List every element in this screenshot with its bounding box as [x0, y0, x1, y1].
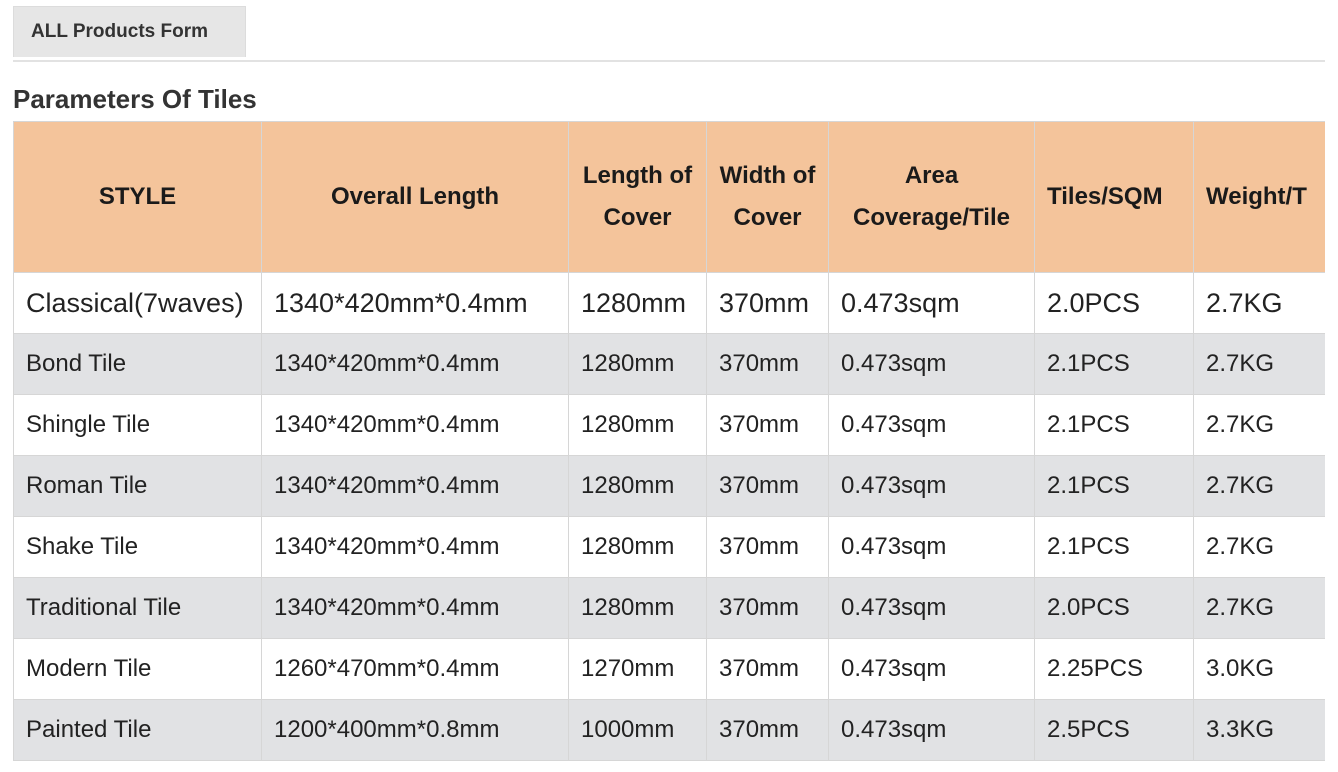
table-row: Shake Tile 1340*420mm*0.4mm 1280mm 370mm 0.4…	[13, 516, 1325, 578]
cell-area-coverage: 0.473sqm	[828, 699, 1035, 761]
cell-width-of-cover: 370mm	[706, 333, 829, 395]
cell-tiles-per-sqm: 2.0PCS	[1034, 272, 1194, 334]
cell-tiles-per-sqm: 2.0PCS	[1034, 577, 1194, 639]
cell-style: Painted Tile	[13, 699, 262, 761]
table-header-row: STYLE Overall Length Length of Cover Wid…	[13, 121, 1325, 273]
table-row: Modern Tile 1260*470mm*0.4mm 1270mm 370mm 0.…	[13, 638, 1325, 700]
table-body: Classical(7waves) 1340*420mm*0.4mm 1280mm 3…	[13, 272, 1325, 761]
cell-overall-length: 1340*420mm*0.4mm	[261, 272, 569, 334]
cell-width-of-cover: 370mm	[706, 638, 829, 700]
tab-all-products-form[interactable]: ALL Products Form	[13, 6, 246, 57]
cell-area-coverage: 0.473sqm	[828, 333, 1035, 395]
cell-tiles-per-sqm: 2.1PCS	[1034, 333, 1194, 395]
column-header-width-of-cover: Width of Cover	[706, 121, 829, 273]
cell-weight: 2.7KG	[1193, 455, 1325, 517]
cell-area-coverage: 0.473sqm	[828, 638, 1035, 700]
cell-weight: 2.7KG	[1193, 516, 1325, 578]
cell-tiles-per-sqm: 2.25PCS	[1034, 638, 1194, 700]
cell-style: Traditional Tile	[13, 577, 262, 639]
cell-overall-length: 1340*420mm*0.4mm	[261, 516, 569, 578]
cell-width-of-cover: 370mm	[706, 394, 829, 456]
cell-weight: 3.0KG	[1193, 638, 1325, 700]
column-header-area-coverage: Area Coverage/Tile	[828, 121, 1035, 273]
tab-bar: ALL Products Form	[13, 0, 1325, 62]
cell-length-of-cover: 1280mm	[568, 333, 707, 395]
cell-area-coverage: 0.473sqm	[828, 394, 1035, 456]
cell-style: Modern Tile	[13, 638, 262, 700]
cell-overall-length: 1340*420mm*0.4mm	[261, 577, 569, 639]
cell-width-of-cover: 370mm	[706, 699, 829, 761]
table-row: Painted Tile 1200*400mm*0.8mm 1000mm 370mm 0…	[13, 699, 1325, 761]
cell-tiles-per-sqm: 2.1PCS	[1034, 516, 1194, 578]
table-row: Shingle Tile 1340*420mm*0.4mm 1280mm 370mm 0…	[13, 394, 1325, 456]
cell-tiles-per-sqm: 2.1PCS	[1034, 455, 1194, 517]
cell-style: Bond Tile	[13, 333, 262, 395]
table-row: Traditional Tile 1340*420mm*0.4mm 1280mm 37…	[13, 577, 1325, 639]
cell-area-coverage: 0.473sqm	[828, 577, 1035, 639]
cell-length-of-cover: 1280mm	[568, 272, 707, 334]
cell-length-of-cover: 1270mm	[568, 638, 707, 700]
column-header-length-of-cover: Length of Cover	[568, 121, 707, 273]
table-row: Classical(7waves) 1340*420mm*0.4mm 1280mm 3…	[13, 272, 1325, 334]
cell-style: Roman Tile	[13, 455, 262, 517]
cell-overall-length: 1340*420mm*0.4mm	[261, 394, 569, 456]
cell-length-of-cover: 1280mm	[568, 577, 707, 639]
cell-weight: 3.3KG	[1193, 699, 1325, 761]
column-header-overall-length: Overall Length	[261, 121, 569, 273]
cell-length-of-cover: 1280mm	[568, 394, 707, 456]
cell-length-of-cover: 1000mm	[568, 699, 707, 761]
parameters-table: STYLE Overall Length Length of Cover Wid…	[13, 121, 1325, 761]
column-header-style: STYLE	[13, 121, 262, 273]
cell-tiles-per-sqm: 2.1PCS	[1034, 394, 1194, 456]
cell-weight: 2.7KG	[1193, 577, 1325, 639]
column-header-weight: Weight/T	[1193, 121, 1325, 273]
cell-overall-length: 1340*420mm*0.4mm	[261, 455, 569, 517]
cell-weight: 2.7KG	[1193, 272, 1325, 334]
cell-overall-length: 1340*420mm*0.4mm	[261, 333, 569, 395]
cell-overall-length: 1200*400mm*0.8mm	[261, 699, 569, 761]
cell-length-of-cover: 1280mm	[568, 455, 707, 517]
cell-style: Shake Tile	[13, 516, 262, 578]
cell-length-of-cover: 1280mm	[568, 516, 707, 578]
cell-width-of-cover: 370mm	[706, 577, 829, 639]
cell-style: Shingle Tile	[13, 394, 262, 456]
cell-tiles-per-sqm: 2.5PCS	[1034, 699, 1194, 761]
table-row: Bond Tile 1340*420mm*0.4mm 1280mm 370mm 0.47…	[13, 333, 1325, 395]
table-scroll-container[interactable]: STYLE Overall Length Length of Cover Wid…	[13, 121, 1325, 772]
cell-area-coverage: 0.473sqm	[828, 272, 1035, 334]
cell-area-coverage: 0.473sqm	[828, 516, 1035, 578]
section-title: Parameters Of Tiles	[13, 84, 257, 114]
cell-width-of-cover: 370mm	[706, 455, 829, 517]
cell-area-coverage: 0.473sqm	[828, 455, 1035, 517]
cell-style: Classical(7waves)	[13, 272, 262, 334]
cell-width-of-cover: 370mm	[706, 516, 829, 578]
cell-overall-length: 1260*470mm*0.4mm	[261, 638, 569, 700]
column-header-tiles-per-sqm: Tiles/SQM	[1034, 121, 1194, 273]
cell-weight: 2.7KG	[1193, 394, 1325, 456]
cell-weight: 2.7KG	[1193, 333, 1325, 395]
cell-width-of-cover: 370mm	[706, 272, 829, 334]
table-row: Roman Tile 1340*420mm*0.4mm 1280mm 370mm 0.4…	[13, 455, 1325, 517]
